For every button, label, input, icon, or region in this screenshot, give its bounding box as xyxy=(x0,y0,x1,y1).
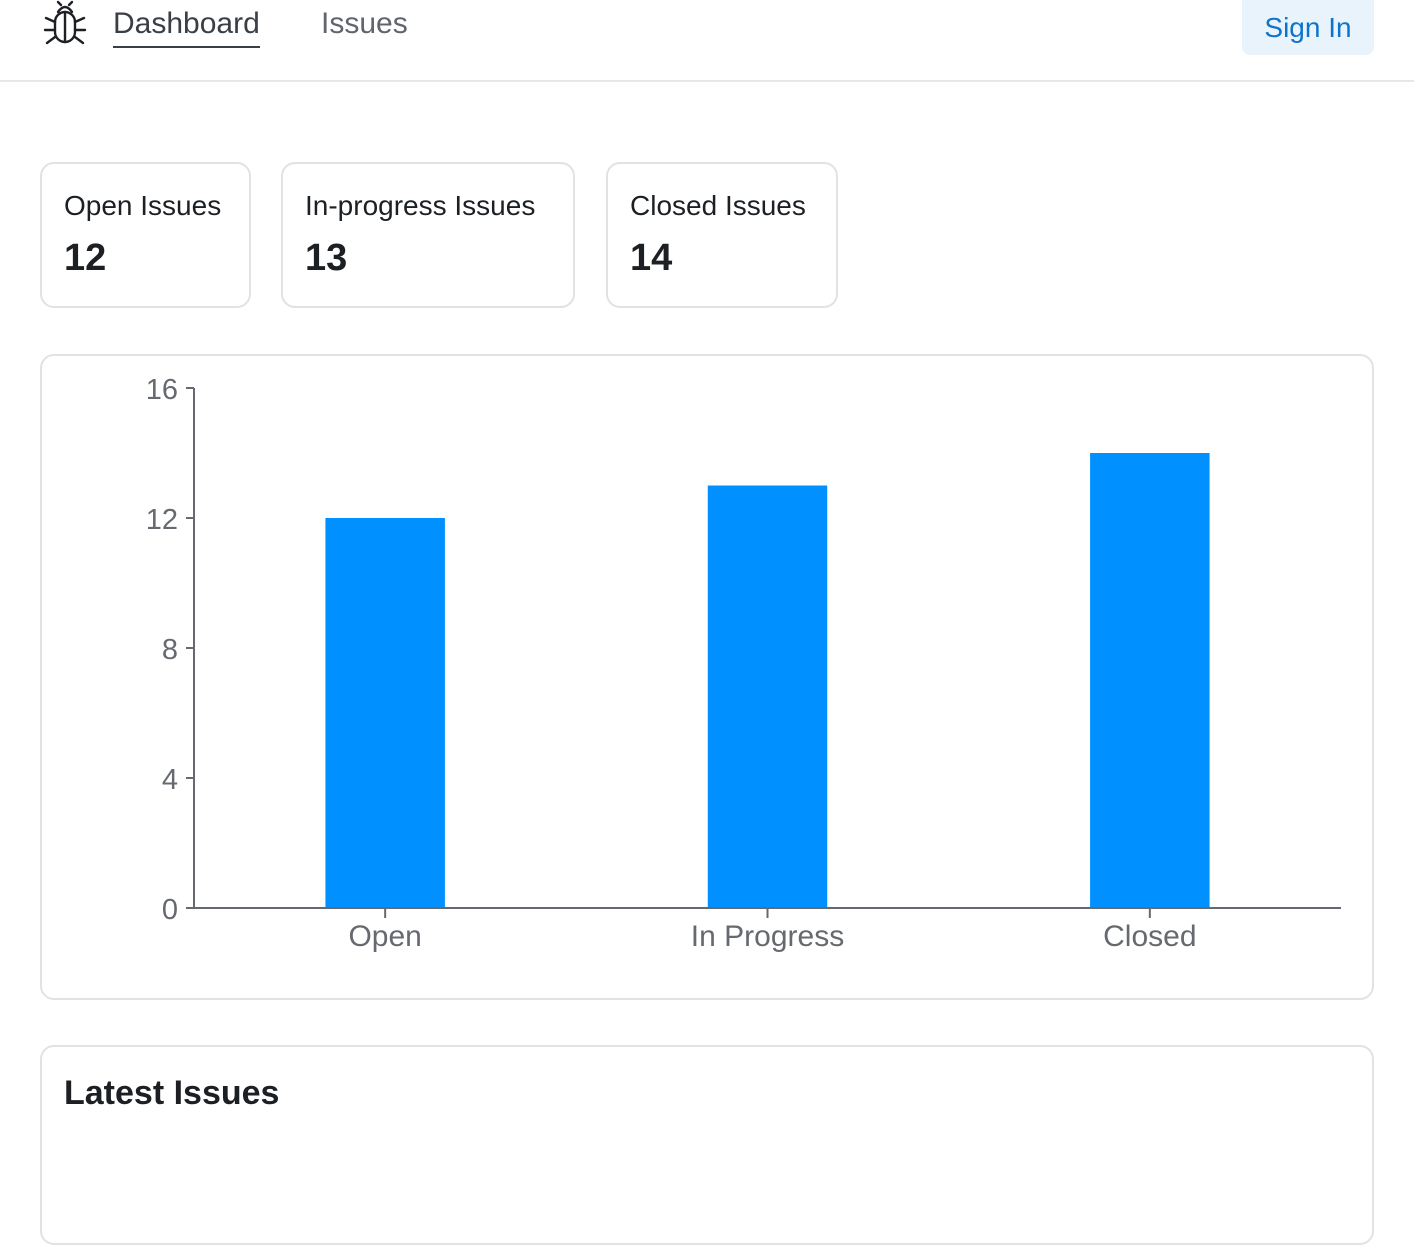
summary-card-label: In-progress Issues xyxy=(305,190,536,221)
nav-link-dashboard[interactable]: Dashboard xyxy=(113,4,260,48)
bar-open xyxy=(325,518,445,908)
summary-card-closed[interactable]: Closed Issues 14 xyxy=(606,162,838,308)
summary-card-value: 13 xyxy=(305,237,348,279)
latest-issues-title: Latest Issues xyxy=(64,1074,280,1112)
y-tick-label: 0 xyxy=(162,894,178,926)
y-tick-label: 4 xyxy=(162,764,178,796)
summary-card-value: 14 xyxy=(630,237,673,279)
y-tick-label: 16 xyxy=(146,374,178,406)
summary-card-value: 12 xyxy=(64,237,107,279)
x-tick-label: In Progress xyxy=(691,920,844,953)
y-tick-label: 12 xyxy=(146,504,178,536)
top-navbar: Dashboard Issues Sign In xyxy=(0,0,1414,82)
x-tick-label: Closed xyxy=(1103,920,1196,953)
summary-card-in-progress[interactable]: In-progress Issues 13 xyxy=(281,162,575,308)
summary-card-open[interactable]: Open Issues 12 xyxy=(40,162,251,308)
nav-link-issues[interactable]: Issues xyxy=(321,4,408,48)
summary-card-label: Open Issues xyxy=(64,190,222,221)
issue-status-chart-panel: 0 4 8 12 16 Open In Progress Closed xyxy=(40,354,1374,1000)
y-tick-label: 8 xyxy=(162,634,178,666)
issue-status-bar-chart: 0 4 8 12 16 Open In Progress Closed xyxy=(146,374,1341,953)
bar-in-progress xyxy=(707,485,828,908)
latest-issues-panel: Latest Issues xyxy=(40,1045,1374,1245)
bar-closed xyxy=(1090,453,1210,908)
sign-in-button[interactable]: Sign In xyxy=(1242,0,1374,55)
summary-card-label: Closed Issues xyxy=(630,190,806,221)
x-tick-label: Open xyxy=(348,920,421,953)
bug-icon[interactable] xyxy=(41,0,89,48)
